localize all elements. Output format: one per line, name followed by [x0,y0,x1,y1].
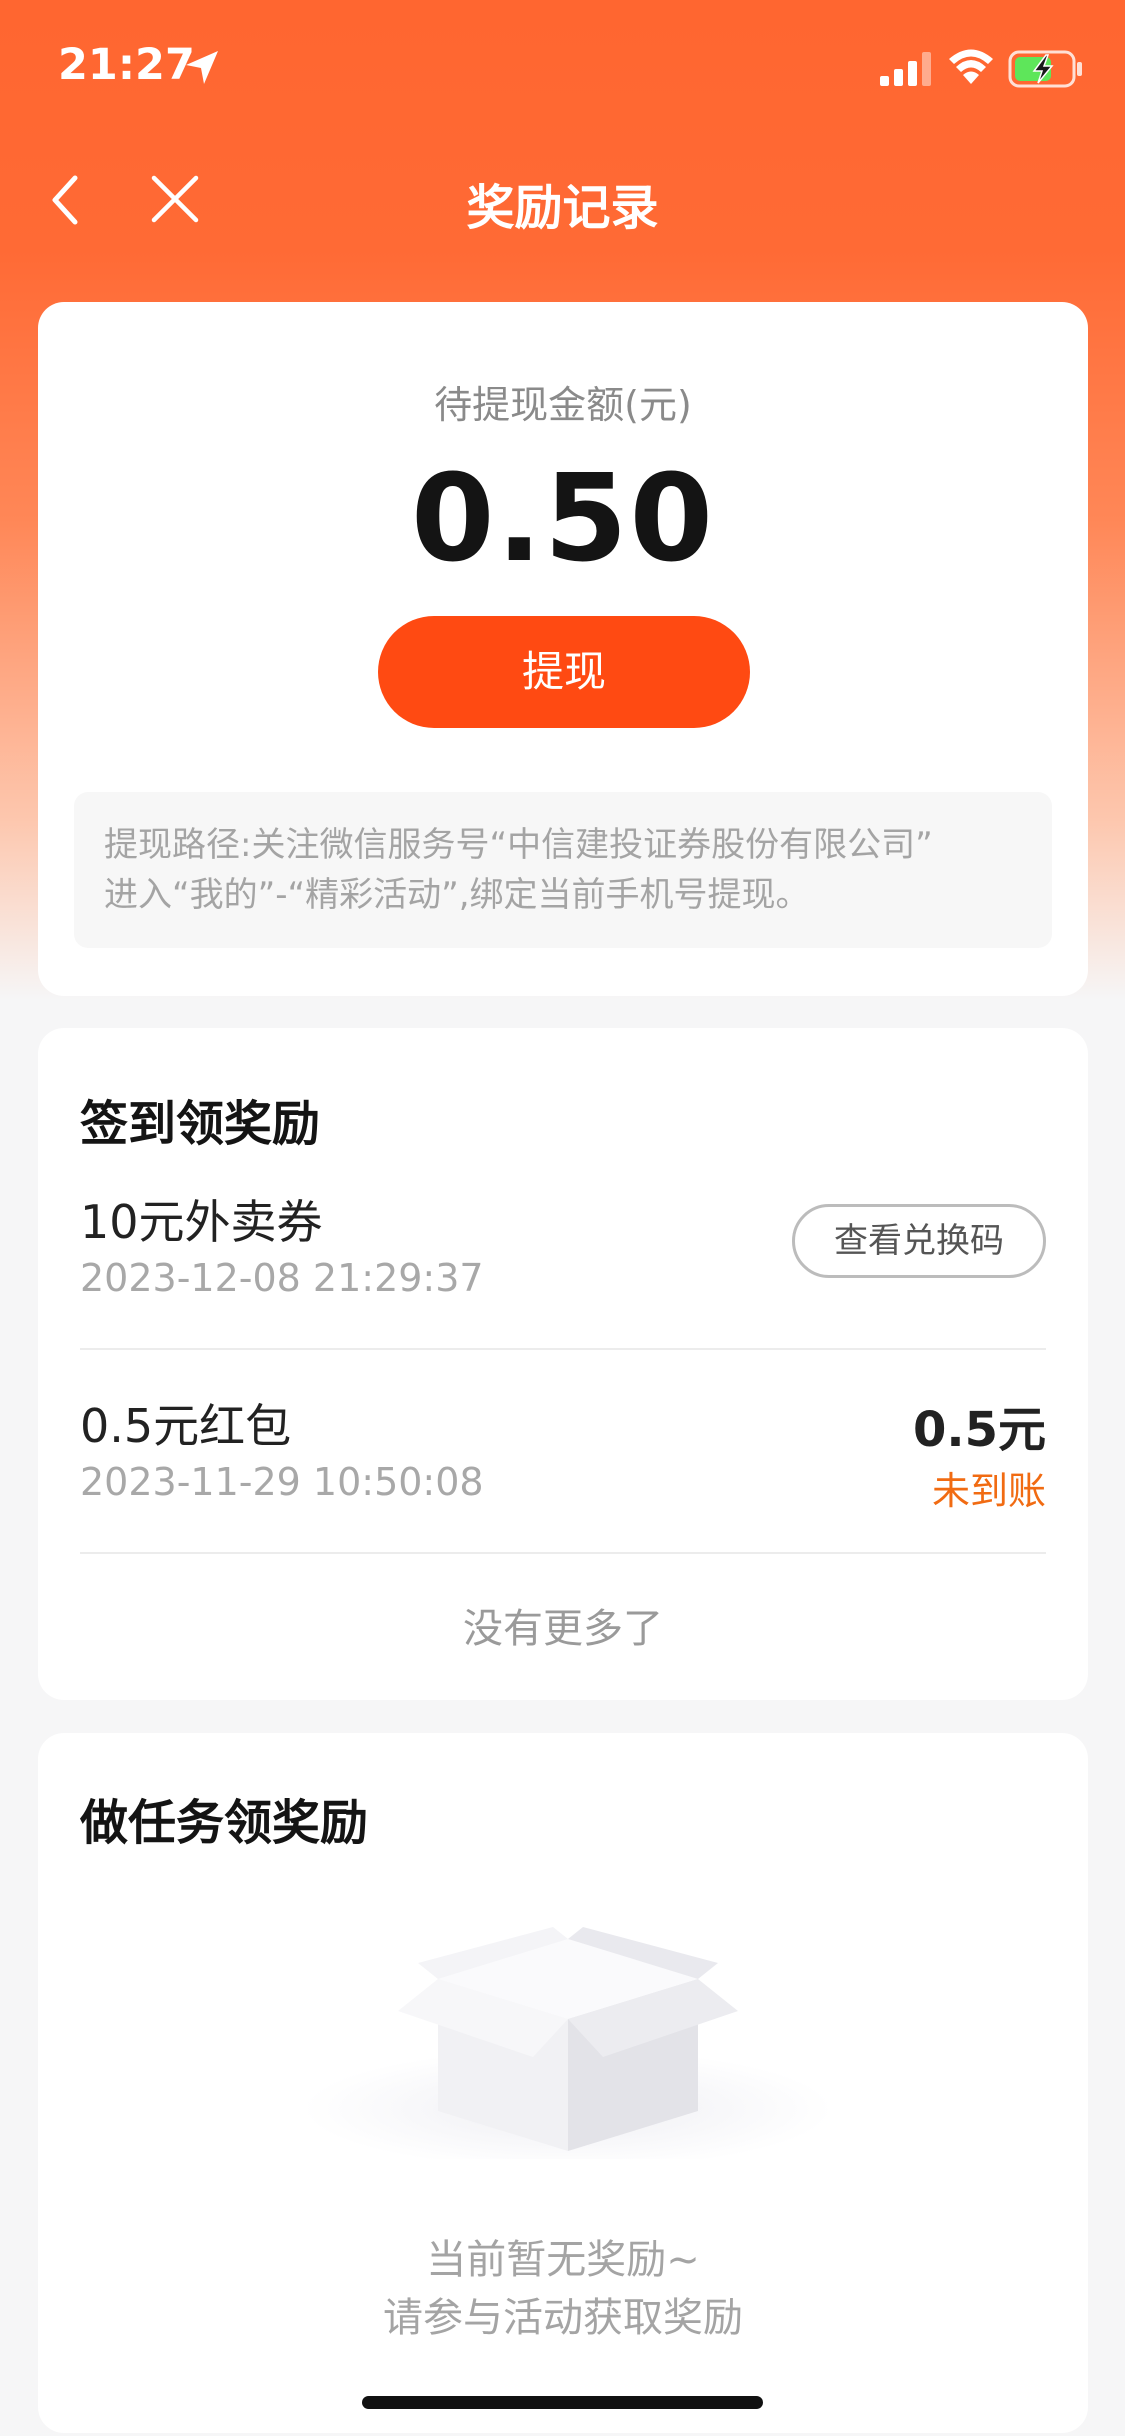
no-more-text: 没有更多了 [463,1606,663,1652]
location-arrow-icon [186,51,218,84]
reward-name: 10元外卖券 [80,1195,323,1249]
divider [80,1552,1046,1554]
empty-text-line-2: 请参与活动获取奖励 [383,2295,743,2341]
withdraw-tip-line-1: 提现路径:关注微信服务号“中信建投证券股份有限公司” [104,825,933,865]
task-section-title: 做任务领奖励 [80,1795,369,1851]
pending-amount-value: 0.50 [410,450,716,589]
empty-text-line-1: 当前暂无奖励~ [426,2237,700,2283]
status-bar: 21:27 [0,0,1125,140]
reward-time: 2023-12-08 21:29:37 [80,1256,484,1300]
reward-name: 0.5元红包 [80,1399,292,1453]
withdraw-button[interactable]: 提现 [378,616,750,728]
home-indicator [362,2396,763,2409]
signal-icon [880,52,931,86]
withdraw-tip-line-2: 进入“我的”-“精彩活动”,绑定当前手机号提现。 [104,875,810,915]
wifi-icon [949,49,993,84]
reward-status: 未到账 [931,1469,1046,1513]
status-time: 21:27 [58,40,195,90]
divider [80,1348,1046,1350]
reward-amount: 0.5元 [912,1402,1046,1458]
page-title: 奖励记录 [466,180,659,236]
reward-item-red-packet: 0.5元红包 2023-11-29 10:50:08 0.5元 未到账 [80,1390,1046,1513]
pending-amount-label: 待提现金额(元) [434,383,692,427]
reward-time: 2023-11-29 10:50:08 [80,1460,484,1504]
checkin-section-title: 签到领奖励 [80,1096,321,1152]
view-redeem-code-button[interactable]: 查看兑换码 [792,1204,1046,1278]
empty-box-icon [303,1927,833,2159]
task-rewards-card: 做任务领奖励 当前暂无奖励~ 请参与活动获取奖励 [38,1733,1088,2433]
withdraw-tip: 提现路径:关注微信服务号“中信建投证券股份有限公司” 进入“我的”-“精彩活动”… [74,792,1052,948]
checkin-rewards-card: 签到领奖励 10元外卖券 2023-12-08 21:29:37 查看兑换码 0… [38,1028,1088,1700]
battery-charging-icon [1008,50,1082,88]
reward-item-coupon: 10元外卖券 2023-12-08 21:29:37 查看兑换码 [80,1186,1046,1306]
withdraw-card: 待提现金额(元) 0.50 提现 提现路径:关注微信服务号“中信建投证券股份有限… [38,302,1088,996]
